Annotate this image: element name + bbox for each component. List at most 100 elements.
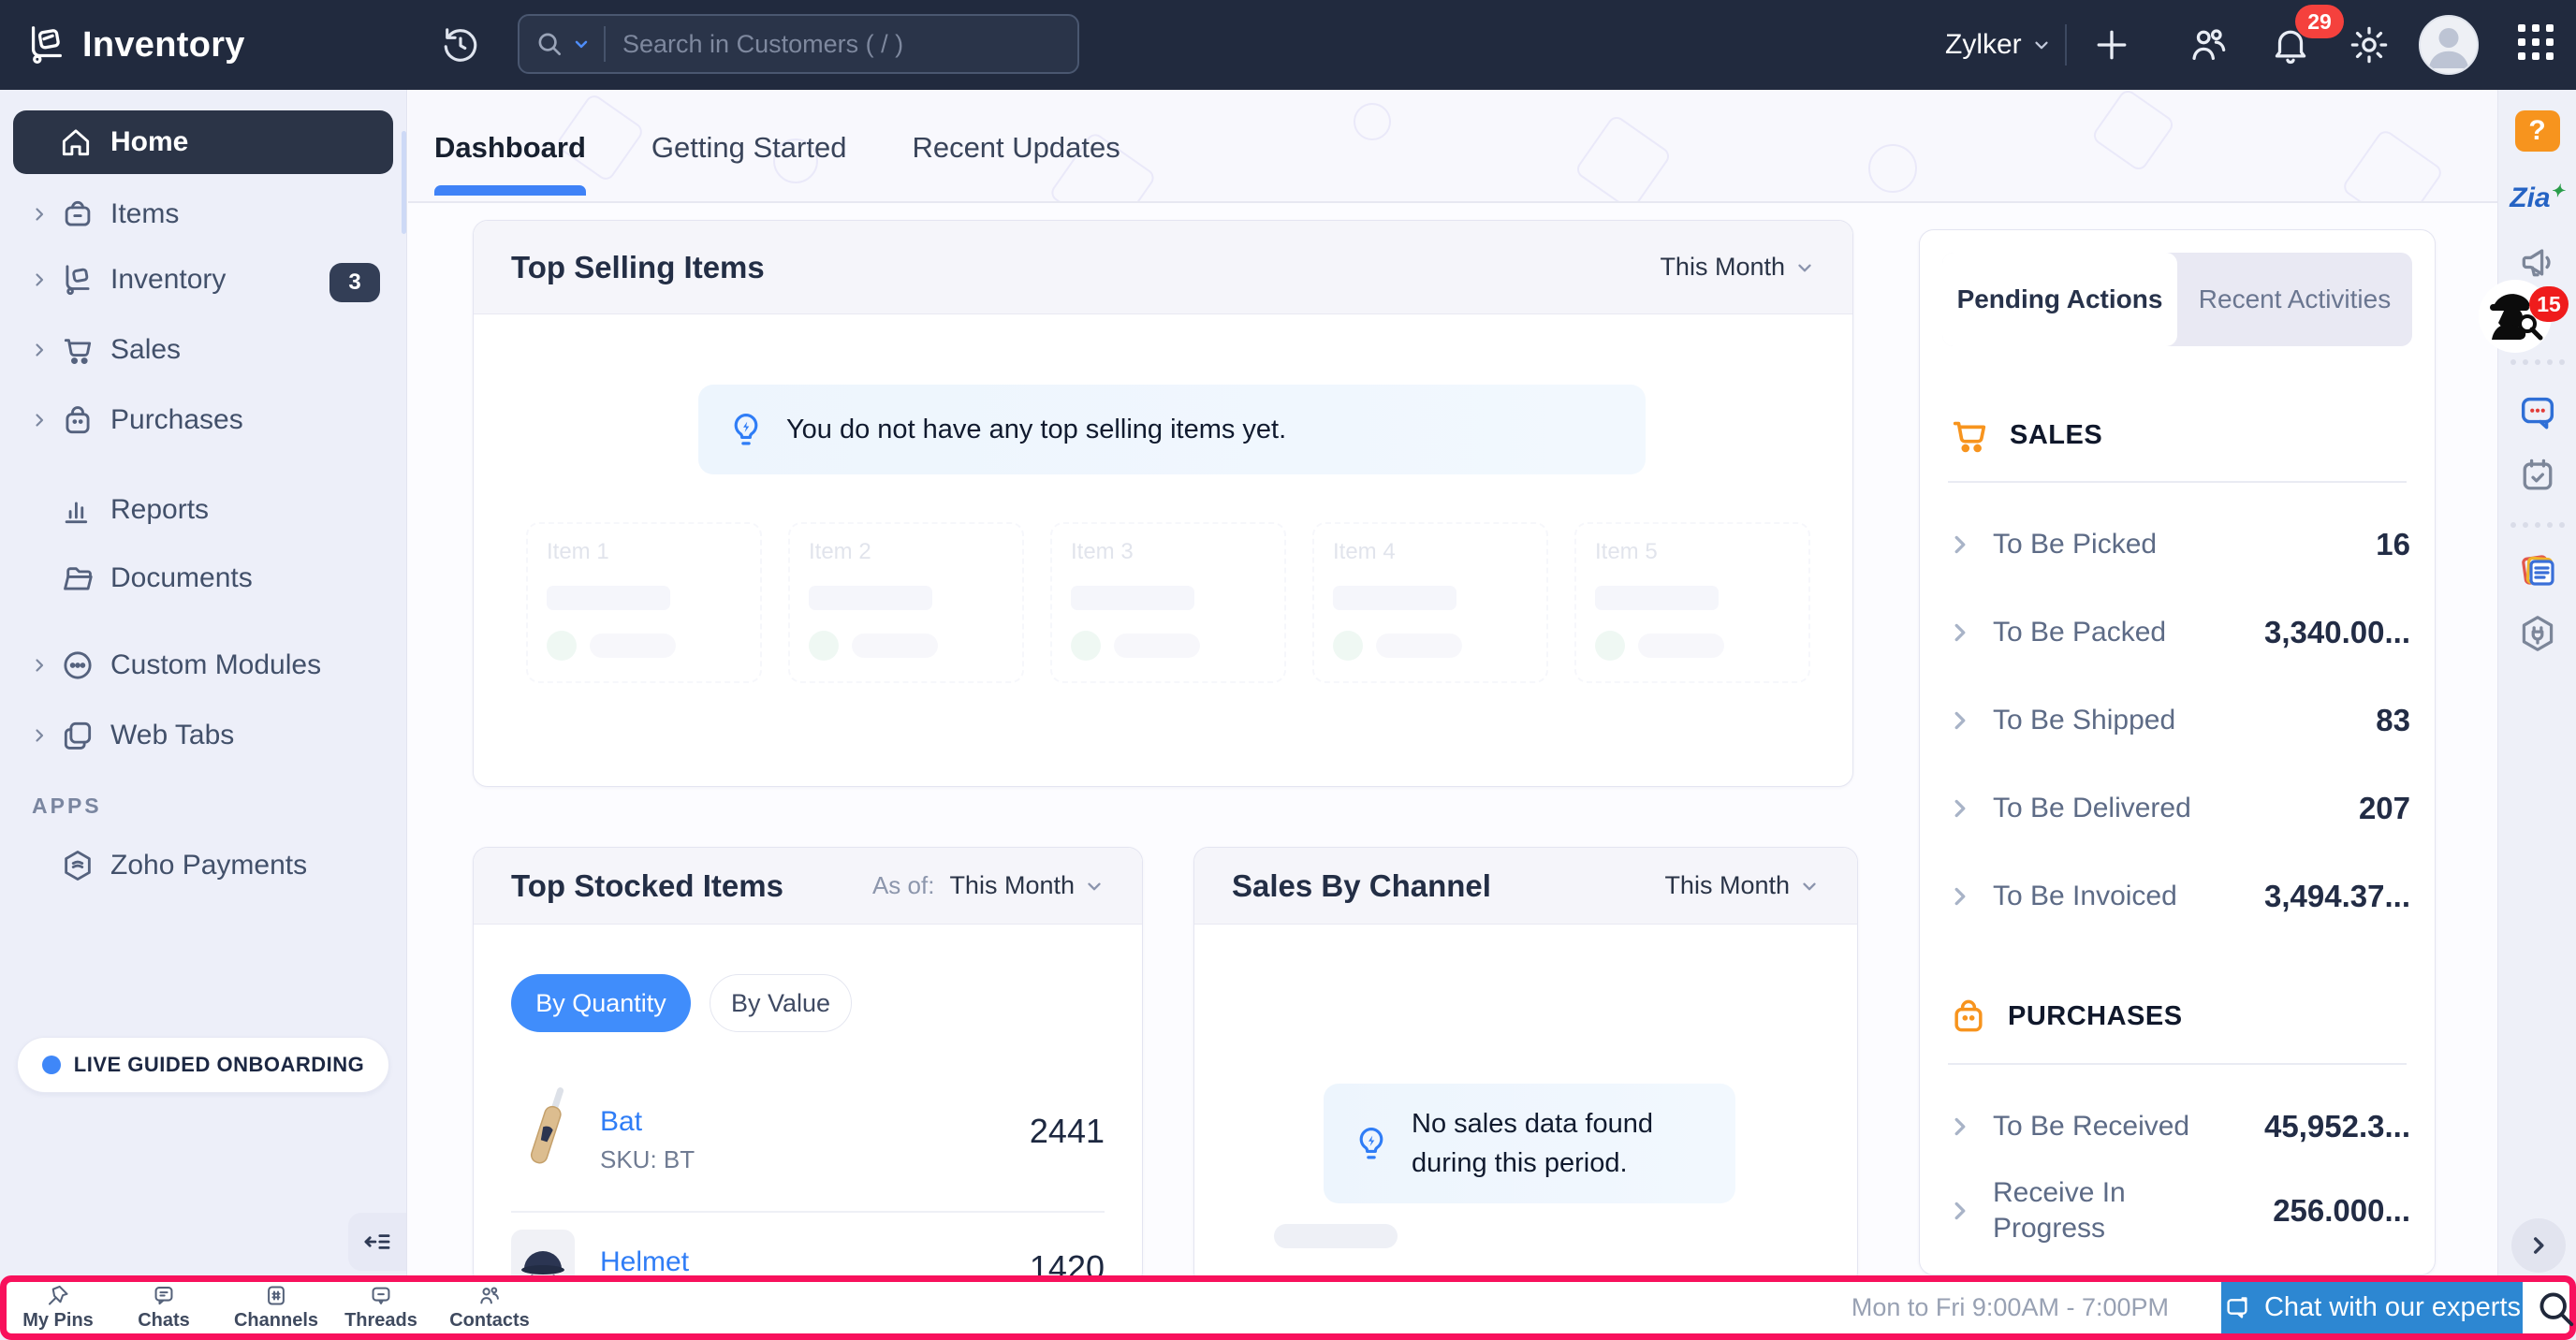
sales-by-channel-card: Sales By Channel This Month No sales dat… [1193,847,1858,1287]
web-tabs-icon [60,718,95,753]
sidebar-item-label: Inventory [110,264,226,296]
by-value-toggle[interactable]: By Value [710,974,852,1032]
sidebar: Home Items Inventory 3 Sales Purchases R… [0,90,407,1340]
item-link-bat[interactable]: Bat [600,1106,642,1138]
pending-row-receive-in-progress[interactable]: Receive In Progress 256.000... [1948,1166,2410,1256]
app-logo[interactable]: Inventory [0,0,407,90]
period-dropdown[interactable]: This Month [1660,253,1815,282]
user-avatar[interactable] [2419,15,2479,75]
card-title: Top Selling Items [511,250,765,285]
zia-icon[interactable]: Zia✦ [2510,182,2564,214]
ellipsis-circle-icon [60,648,95,683]
sidebar-item-zoho-payments[interactable]: Zoho Payments [0,838,407,893]
empty-message-text: You do not have any top selling items ye… [786,410,1286,449]
bottom-search-icon[interactable] [2534,1287,2576,1330]
sidebar-item-web-tabs[interactable]: Web Tabs [0,708,407,763]
bottom-item-label: Contacts [449,1310,530,1332]
users-icon[interactable] [2187,23,2230,66]
zoho-payments-icon [60,848,95,883]
plugin-hexagon-icon[interactable] [2516,612,2559,655]
bottom-item-label: My Pins [22,1310,94,1332]
pending-row-to-be-invoiced[interactable]: To Be Invoiced 3,494.37... [1948,863,2410,930]
tab-getting-started[interactable]: Getting Started [651,131,847,165]
megaphone-icon[interactable] [2517,241,2558,283]
spy-count-badge: 15 [2529,286,2569,322]
period-dropdown[interactable]: This Month [1664,871,1820,900]
card-header: Top Stocked Items As of: This Month [474,848,1142,925]
sidebar-item-reports[interactable]: Reports [0,483,407,537]
pending-row-to-be-received[interactable]: To Be Received 45,952.3... [1948,1093,2410,1160]
tab-recent-updates[interactable]: Recent Updates [912,131,1120,165]
add-new-icon[interactable] [2091,24,2132,66]
skeleton-item: Item 1 [526,522,762,683]
chevron-right-icon [1948,708,1972,733]
skeleton-item: Item 4 [1312,522,1548,683]
sidebar-item-purchases[interactable]: Purchases [0,393,407,447]
row-value: 3,340.00... [2264,615,2410,650]
calendar-check-icon[interactable] [2517,455,2558,496]
settings-gear-icon[interactable] [2348,23,2391,66]
pattern-doodle [2090,90,2176,173]
pattern-doodle [1868,144,1917,193]
pending-row-to-be-shipped[interactable]: To Be Shipped 83 [1948,687,2410,754]
search-input[interactable] [622,30,1062,59]
by-quantity-toggle[interactable]: By Quantity [511,974,691,1032]
chat-dots-icon[interactable] [2516,391,2559,434]
sidebar-item-label: Reports [110,494,209,526]
chevron-right-icon [1948,796,1972,821]
chevron-down-icon [1794,257,1815,278]
card-title: Sales By Channel [1232,868,1491,904]
refresh-icon[interactable] [440,24,481,66]
sidebar-item-label: Web Tabs [110,720,234,751]
sidebar-item-documents[interactable]: Documents [0,551,407,605]
sidebar-item-items[interactable]: Items [0,187,407,241]
tab-dashboard[interactable]: Dashboard [434,131,586,165]
expand-panel-button[interactable] [2511,1218,2566,1273]
pending-row-to-be-packed[interactable]: To Be Packed 3,340.00... [1948,599,2410,666]
documents-stack-icon[interactable] [2515,548,2560,593]
help-button[interactable]: ? [2515,110,2560,152]
app-grid-icon[interactable] [2518,24,2554,60]
bulb-icon [1352,1124,1391,1163]
item-sku: SKU: BT [600,1145,695,1174]
sidebar-item-inventory[interactable]: Inventory 3 [0,253,407,307]
as-of-period-dropdown[interactable]: As of: This Month [872,871,1105,900]
global-search[interactable] [518,14,1079,74]
pending-row-to-be-delivered[interactable]: To Be Delivered 207 [1948,775,2410,842]
bottom-item-channels[interactable]: Channels [225,1283,328,1332]
tab-recent-activities[interactable]: Recent Activities [2177,253,2412,346]
bulb-icon [726,410,766,449]
item-link-helmet[interactable]: Helmet [600,1246,689,1278]
row-label: To Be Picked [1993,527,2157,562]
search-scope-chevron-icon[interactable] [572,35,591,53]
folder-icon [60,561,95,596]
chevron-right-icon [1948,532,1972,557]
bottom-item-contacts[interactable]: Contacts [438,1283,541,1332]
chevron-right-icon [28,203,51,226]
item-quantity: 2441 [1030,1112,1105,1151]
search-divider [604,26,606,62]
period-value: This Month [1664,871,1790,900]
org-picker[interactable]: Zylker [1945,0,2052,90]
bottom-item-threads[interactable]: Threads [329,1283,432,1332]
tab-pending-actions[interactable]: Pending Actions [1942,253,2177,346]
sidebar-item-sales[interactable]: Sales [0,323,407,377]
sidebar-item-label: Custom Modules [110,649,321,681]
dashboard-tabs: Dashboard Getting Started Recent Updates [434,131,1120,165]
bottom-item-my-pins[interactable]: My Pins [7,1283,110,1332]
chevron-right-icon [1948,1114,1972,1139]
sidebar-item-custom-modules[interactable]: Custom Modules [0,638,407,692]
row-value: 16 [2376,527,2410,562]
skeleton-bar [1274,1224,1398,1248]
sidebar-item-label: Zoho Payments [110,850,307,881]
row-label: Receive In Progress [1993,1175,2208,1246]
chat-button-label: Chat with our experts [2264,1292,2521,1323]
sidebar-item-home[interactable]: Home [13,110,393,174]
bottom-item-chats[interactable]: Chats [112,1283,215,1332]
pending-row-to-be-picked[interactable]: To Be Picked 16 [1948,511,2410,578]
chat-with-experts-button[interactable]: Chat with our experts [2221,1282,2523,1333]
sidebar-collapse-button[interactable] [348,1213,406,1271]
pattern-doodle [1573,113,1673,203]
live-guided-onboarding-button[interactable]: LIVE GUIDED ONBOARDING [17,1037,389,1093]
topbar-divider [2065,24,2067,66]
